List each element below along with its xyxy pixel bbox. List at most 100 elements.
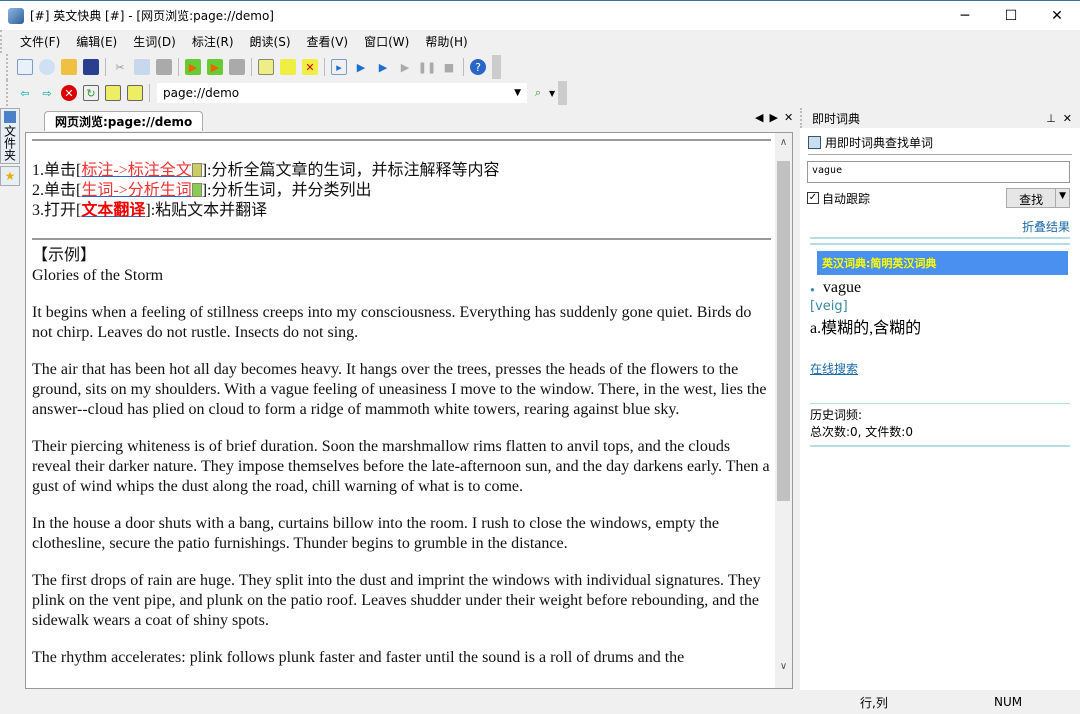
title-bar: [#] 英文快典 [#] - [网页浏览:page://demo] ─ ☐ ✕	[0, 0, 1080, 30]
close-button[interactable]: ✕	[1034, 1, 1080, 30]
paste-icon[interactable]	[156, 59, 172, 75]
menu-file[interactable]: 文件(F)	[20, 33, 60, 50]
doc-icon	[191, 163, 202, 177]
clear-highlight-icon[interactable]: ✕	[302, 59, 318, 75]
window-title: [#] 英文快典 [#] - [网页浏览:page://demo]	[30, 9, 274, 23]
search-icon[interactable]: ⌕	[530, 85, 546, 101]
history-counts: 总次数:0, 文件数:0	[810, 425, 913, 439]
maximize-button[interactable]: ☐	[988, 1, 1034, 30]
paragraph: In the house a door shuts with a bang, c…	[32, 515, 719, 552]
toolbar-overflow[interactable]	[492, 55, 501, 79]
tab-folder[interactable]: 文件夹	[0, 108, 20, 164]
doc-icon[interactable]	[229, 59, 245, 75]
headword: vague	[822, 279, 862, 296]
analyze-icon[interactable]: ▶	[207, 59, 223, 75]
read-line-icon[interactable]: ▶	[353, 59, 369, 75]
instant-dictionary-panel: 即时词典 ⊥ ✕ 用即时词典查找单词 vague ✓ 自动跟踪 查找 ▼ 折叠结…	[800, 108, 1080, 690]
tab-favorites[interactable]: ★	[0, 166, 20, 186]
num-lock-indicator: NUM	[994, 695, 1023, 709]
panel-title: 即时词典	[812, 111, 861, 126]
paragraph: The rhythm accelerates: plink follows pl…	[32, 649, 685, 666]
pause-icon[interactable]: ❚❚	[418, 59, 436, 75]
refresh-icon[interactable]: ↻	[83, 85, 99, 101]
bullet-icon: ●	[810, 285, 815, 294]
step-3: 3.打开[文本翻译]:粘贴文本并翻译	[32, 202, 268, 219]
paragraph: Their piercing whiteness is of brief dur…	[32, 438, 770, 495]
app-icon	[8, 7, 24, 24]
toolbar-overflow[interactable]	[558, 81, 568, 105]
save-icon[interactable]	[83, 59, 99, 75]
star-icon: ★	[4, 169, 16, 183]
menu-help[interactable]: 帮助(H)	[425, 33, 467, 50]
menu-read[interactable]: 朗读(S)	[250, 33, 291, 50]
panel-close-icon[interactable]: ✕	[1063, 112, 1072, 125]
read-word-icon[interactable]: ▶	[375, 59, 391, 75]
address-toolbar: ⇦ ⇨ ✕ ↻ page://demo ▼ ⌕ ▼	[6, 80, 568, 106]
annotate-icon[interactable]: ▶	[185, 59, 201, 75]
tab-next-icon[interactable]: ▶	[769, 111, 777, 124]
paragraph: The air that has been hot all day become…	[32, 361, 767, 418]
search-options-dropdown[interactable]: ▼	[1055, 189, 1069, 207]
tab-web-browse[interactable]: 网页浏览:page://demo	[44, 111, 204, 131]
analyze-icon	[191, 183, 202, 197]
menu-vocab[interactable]: 生词(D)	[133, 33, 176, 50]
add-favorite-icon[interactable]	[127, 85, 143, 101]
help-icon[interactable]: ?	[470, 59, 486, 75]
read-doc-icon[interactable]: ▸	[331, 59, 347, 75]
pin-icon[interactable]: ⊥	[1046, 112, 1056, 125]
copy-icon[interactable]	[134, 59, 150, 75]
stop-icon[interactable]: ✕	[61, 85, 77, 101]
address-dropdown-icon[interactable]: ▼	[514, 88, 521, 98]
paragraph: It begins when a feeling of stillness cr…	[32, 304, 752, 341]
main-toolbar: ✂ ▶ ▶ ✕ ▸ ▶ ▶ ▶ ❚❚ ■ ?	[6, 54, 501, 80]
history-label: 历史词频:	[810, 408, 863, 422]
favorite-folder-icon[interactable]	[105, 85, 121, 101]
step-2: 2.单击[生词->分析生词]:分析生词，并分类列出	[32, 182, 372, 199]
word-search-input[interactable]: vague	[807, 161, 1070, 183]
vertical-scrollbar[interactable]: ∧ ∨	[775, 133, 792, 688]
tab-prev-icon[interactable]: ◀	[755, 111, 763, 124]
folder-icon	[4, 111, 16, 123]
example-label: 【示例】	[32, 247, 97, 264]
menu-window[interactable]: 窗口(W)	[364, 33, 409, 50]
forward-arrow-icon[interactable]: ⇨	[39, 85, 55, 101]
auto-track-checkbox[interactable]: ✓	[807, 192, 819, 204]
cut-icon[interactable]: ✂	[112, 59, 128, 75]
open-folder-icon[interactable]	[61, 59, 77, 75]
paragraph: The first drops of rain are huge. They s…	[32, 572, 761, 629]
stop-icon[interactable]: ■	[441, 59, 457, 75]
scroll-down-icon[interactable]: ∨	[775, 661, 792, 672]
address-input[interactable]: page://demo ▼	[157, 83, 527, 103]
new-file-icon[interactable]	[17, 59, 33, 75]
play-icon[interactable]: ▶	[397, 59, 413, 75]
collapse-results-link[interactable]: 折叠结果	[1022, 220, 1070, 234]
cursor-position: 行,列	[860, 695, 888, 710]
menu-edit[interactable]: 编辑(E)	[76, 33, 117, 50]
step-1: 1.单击[标注->标注全文]:分析全篇文章的生词，并标注解释等内容	[32, 162, 500, 179]
menu-annotate[interactable]: 标注(R)	[192, 33, 234, 50]
dictionary-name: 英汉词典:简明英汉词典	[817, 251, 1068, 275]
auto-track-label: 自动跟踪	[822, 191, 871, 206]
minimize-button[interactable]: ─	[942, 1, 988, 30]
analyze-words-link[interactable]: 生词->分析生词	[81, 182, 191, 199]
search-dropdown-icon[interactable]: ▼	[549, 89, 555, 98]
online-search-link[interactable]: 在线搜索	[810, 362, 858, 376]
back-arrow-icon[interactable]: ⇦	[17, 85, 33, 101]
translate-link[interactable]: 文本翻译	[81, 202, 145, 219]
menu-view[interactable]: 查看(V)	[307, 33, 349, 50]
scroll-up-icon[interactable]: ∧	[775, 137, 792, 148]
tab-close-icon[interactable]: ✕	[784, 111, 793, 124]
phonetic: [veig]	[810, 299, 848, 314]
definition: a.模糊的,含糊的	[810, 320, 922, 337]
scroll-thumb[interactable]	[777, 161, 790, 501]
search-button[interactable]: 查找	[1007, 189, 1055, 207]
note-icon[interactable]	[258, 59, 274, 75]
highlight-icon[interactable]	[280, 59, 296, 75]
annotate-all-link[interactable]: 标注->标注全文	[81, 162, 191, 179]
side-tabs: 文件夹 ★	[0, 108, 22, 188]
menu-bar: 文件(F) 编辑(E) 生词(D) 标注(R) 朗读(S) 查看(V) 窗口(W…	[0, 30, 1080, 53]
article-title: Glories of the Storm	[32, 267, 164, 284]
status-bar: 行,列 NUM	[0, 690, 1080, 714]
address-value: page://demo	[163, 86, 240, 100]
open-web-icon[interactable]	[39, 59, 55, 75]
